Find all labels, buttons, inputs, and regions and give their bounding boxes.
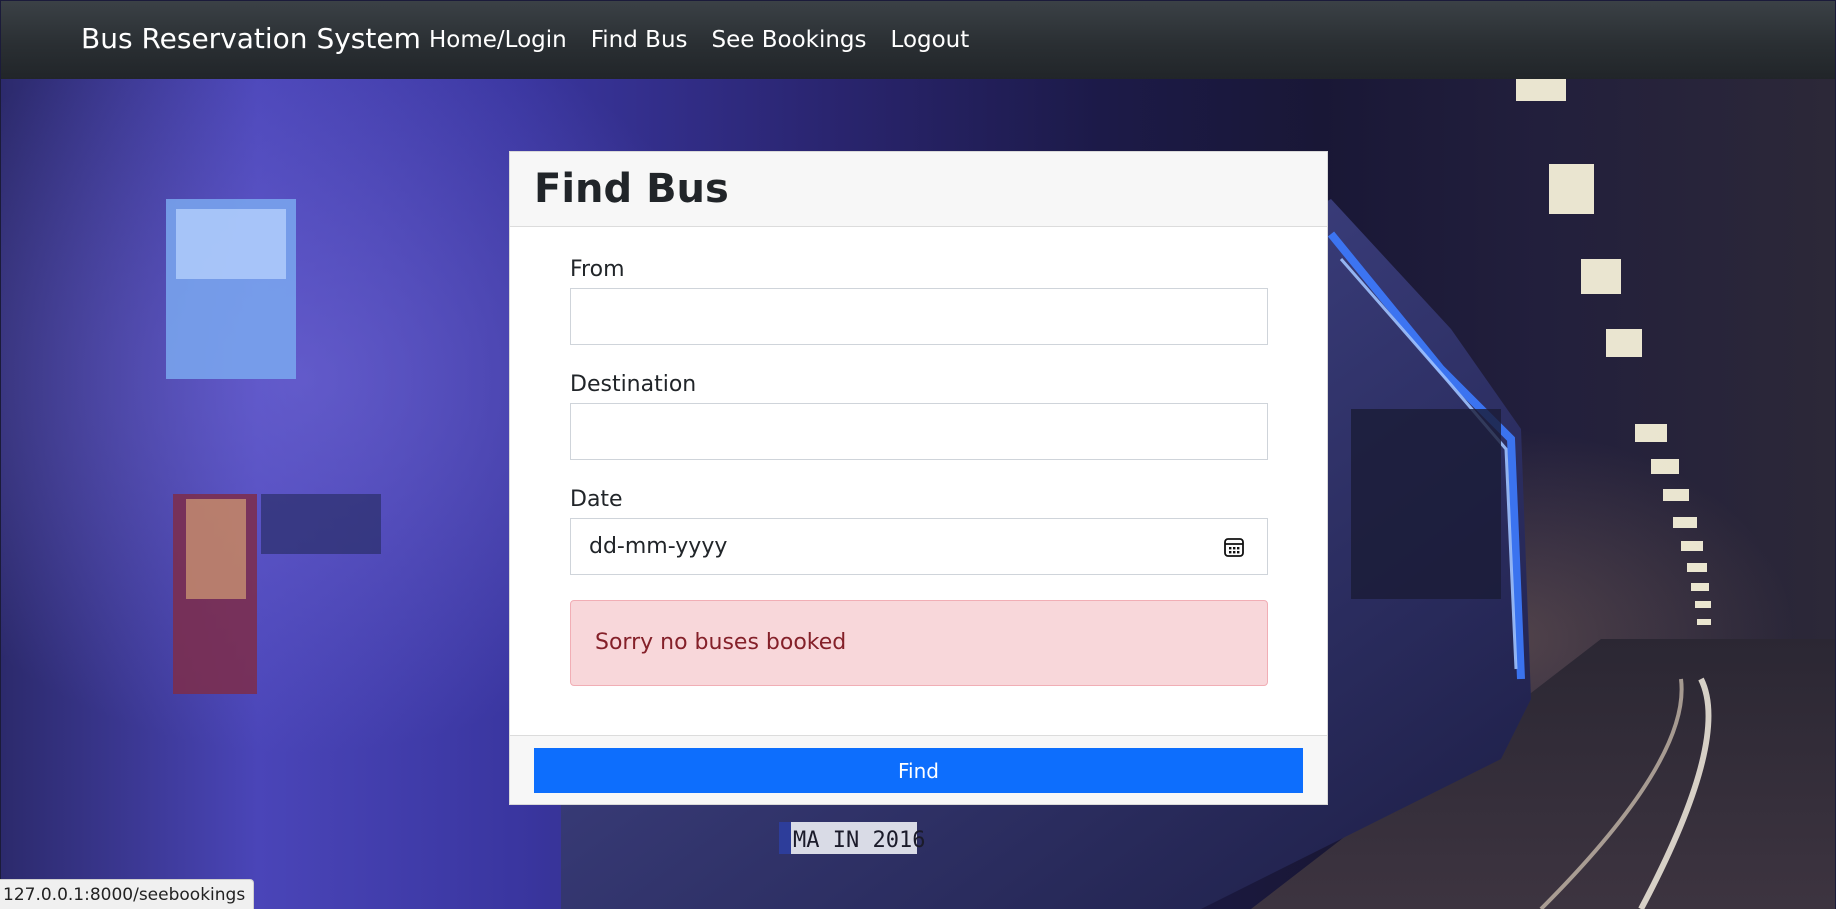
date-input[interactable]: dd-mm-yyyy bbox=[570, 518, 1268, 575]
nav-link-logout[interactable]: Logout bbox=[891, 23, 970, 57]
find-bus-form: From Destination Date dd-mm-yyyy Sorry n… bbox=[510, 227, 1327, 735]
nav-link-find-bus[interactable]: Find Bus bbox=[591, 23, 688, 57]
nav-link-see-bookings[interactable]: See Bookings bbox=[712, 23, 867, 57]
license-plate-text: MA IN 2016 bbox=[793, 828, 925, 853]
find-bus-card: Find Bus From Destination Date dd-mm-yyy… bbox=[509, 151, 1328, 805]
destination-input[interactable] bbox=[570, 403, 1268, 460]
from-label: From bbox=[570, 257, 625, 282]
date-placeholder: dd-mm-yyyy bbox=[589, 534, 728, 559]
browser-status-url: 127.0.0.1:8000/seebookings bbox=[0, 879, 255, 909]
date-label: Date bbox=[570, 487, 623, 512]
destination-label: Destination bbox=[570, 372, 697, 397]
nav-link-home-login[interactable]: Home/Login bbox=[429, 23, 567, 57]
from-input[interactable] bbox=[570, 288, 1268, 345]
card-header: Find Bus bbox=[510, 152, 1327, 227]
top-navbar: Bus Reservation System Home/Login Find B… bbox=[1, 1, 1835, 79]
card-footer: Find bbox=[510, 735, 1327, 804]
find-button[interactable]: Find bbox=[534, 748, 1303, 793]
calendar-icon[interactable] bbox=[1223, 536, 1245, 558]
brand-link[interactable]: Bus Reservation System bbox=[81, 19, 421, 59]
page-title: Find Bus bbox=[534, 166, 729, 212]
nav-links: Home/Login Find Bus See Bookings Logout bbox=[429, 23, 993, 57]
no-bookings-alert: Sorry no buses booked bbox=[570, 600, 1268, 686]
